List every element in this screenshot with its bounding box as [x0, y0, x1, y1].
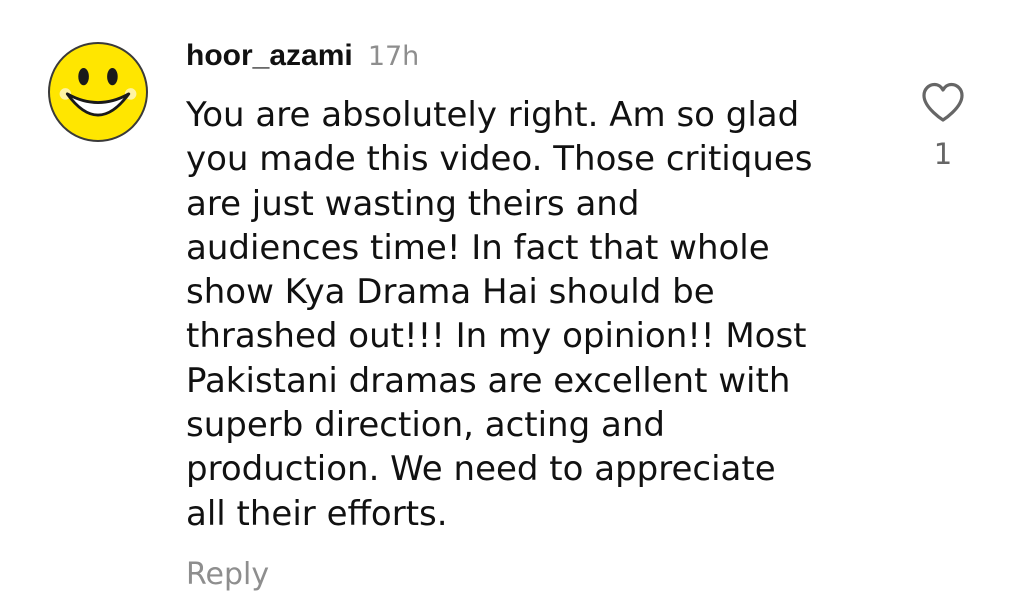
- comment-header: hoor_azami 17h: [186, 34, 419, 82]
- comment-line: are just wasting theirs and: [186, 183, 640, 224]
- like-button[interactable]: [918, 78, 968, 128]
- comment-line: all their efforts.: [186, 493, 448, 534]
- comment-line: Pakistani dramas are excellent with: [186, 360, 791, 401]
- heart-outline-icon: [922, 82, 964, 122]
- reply-button[interactable]: Reply: [186, 553, 269, 597]
- avatar[interactable]: [48, 42, 148, 142]
- comment-line: thrashed out!!! In my opinion!! Most: [186, 316, 807, 357]
- comment-line: you made this video. Those critiques: [186, 139, 813, 180]
- like-count: 1: [933, 137, 953, 171]
- smiley-face-icon: [59, 68, 137, 117]
- comment-line: You are absolutely right. Am so glad: [186, 95, 800, 135]
- comment-line: production. We need to appreciate: [186, 449, 776, 490]
- comment-line: superb direction, acting and: [186, 405, 665, 446]
- comment-text: You are absolutely right. Am so glad you…: [186, 93, 866, 536]
- comment-line: audiences time! In fact that whole: [186, 227, 770, 268]
- comment: hoor_azami 17h You are absolutely right.…: [0, 0, 1024, 609]
- comment-line: show Kya Drama Hai should be: [186, 272, 715, 313]
- timestamp: 17h: [367, 41, 420, 72]
- username[interactable]: hoor_azami: [186, 39, 353, 72]
